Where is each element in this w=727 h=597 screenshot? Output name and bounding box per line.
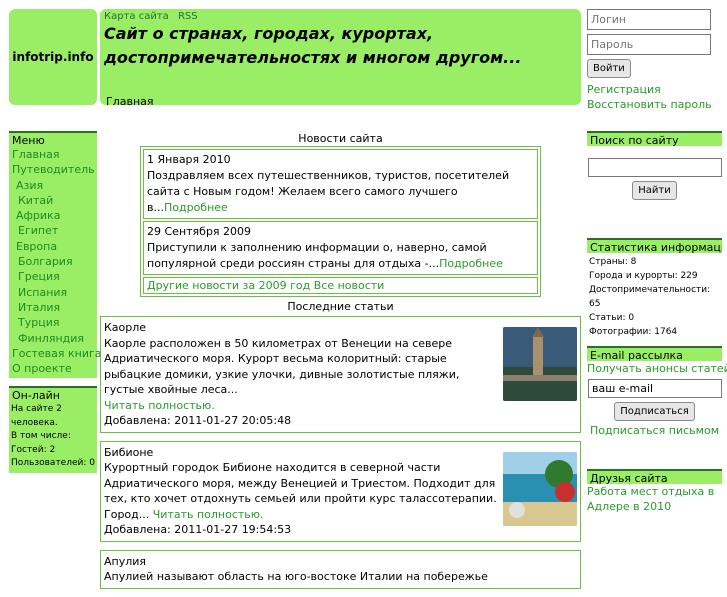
menu-item-italy[interactable]: Италия — [12, 300, 97, 315]
menu-item-africa[interactable]: Африка — [12, 208, 97, 223]
stats-list: Страны: 8 Города и курорты: 229 Достопри… — [587, 253, 722, 341]
articles-title: Последние статьи — [287, 300, 394, 313]
menu-item-egypt[interactable]: Египет — [12, 223, 97, 238]
menu-item-home[interactable]: Главная — [12, 147, 97, 162]
stats-line: Страны: 8 — [589, 257, 637, 267]
stats-title: Статистика информации — [587, 238, 722, 253]
news-more-link[interactable]: Подробнее — [439, 257, 503, 270]
stats-line: Фотографии: 1764 — [589, 327, 678, 337]
login-button[interactable]: Войти — [587, 59, 631, 78]
online-line: В том числе: — [11, 431, 71, 441]
menu-item-europe[interactable]: Европа — [12, 239, 97, 254]
menu-item-china[interactable]: Китай — [12, 193, 97, 208]
article-thumbnail[interactable] — [503, 327, 577, 401]
menu-item-spain[interactable]: Испания — [12, 285, 97, 300]
rss-link[interactable]: RSS — [178, 11, 198, 22]
menu-item-guide[interactable]: Путеводитель — [12, 162, 97, 177]
logo-text: infotrip.info — [12, 50, 94, 64]
article-card: Бибионе Курортный городок Бибионе находи… — [100, 440, 581, 542]
stats-line: Достопримечательности: 65 — [589, 285, 711, 309]
mailing-title: E-mail рассылка — [587, 346, 722, 362]
news-text: Приступили к заполнению информации о, на… — [147, 241, 487, 270]
article-read-more[interactable]: Читать полностью. — [104, 399, 215, 412]
friends-title: Друзья сайта — [587, 469, 722, 485]
article-name[interactable]: Каорле — [104, 320, 502, 336]
breadcrumb: Главная — [106, 95, 154, 108]
news-item: 29 Сентября 2009 Приступили к заполнению… — [143, 221, 538, 275]
article-name[interactable]: Бибионе — [104, 445, 502, 461]
menu-item-asia[interactable]: Азия — [12, 178, 97, 193]
menu-item-finland[interactable]: Финляндия — [12, 331, 97, 346]
menu-item-greece[interactable]: Греция — [12, 269, 97, 284]
mailing-block: E-mail рассылка Получать анонсы статей. … — [587, 346, 727, 437]
menu-item-guestbook[interactable]: Гостевая книга — [12, 346, 102, 361]
restore-password-link[interactable]: Восстановить пароль — [587, 97, 722, 112]
news-list: 1 Января 2010 Поздравляем всех путешеств… — [140, 146, 541, 297]
login-form: Войти Регистрация Восстановить пароль — [587, 9, 722, 112]
online-line: человека. — [11, 417, 58, 428]
site-logo[interactable]: infotrip.info — [9, 9, 97, 105]
search-block: Поиск по сайту Найти — [587, 131, 722, 200]
article-added: Добавлена: 2011-01-27 19:54:53 — [104, 523, 292, 536]
header: Карта сайта RSS Сайт о странах, городах,… — [100, 9, 581, 108]
email-input[interactable] — [588, 379, 722, 398]
menu-item-turkey[interactable]: Турция — [12, 315, 97, 330]
menu-list: Главная Путеводитель Азия Китай Африка Е… — [9, 146, 102, 379]
article-card: Каорле Каорле расположен в 50 километрах… — [100, 316, 581, 433]
news-title: Новости сайта — [298, 132, 383, 145]
friends-block: Друзья сайта Работа мест отдыха в Адлере… — [587, 469, 722, 514]
friends-link[interactable]: Работа мест отдыха в Адлере в 2010 — [587, 484, 722, 514]
news-date: 1 Января 2010 — [147, 153, 231, 166]
article-text: Апулией называют область на юго-востоке … — [104, 570, 488, 583]
site-title: Сайт о странах, городах, курортах, досто… — [104, 24, 522, 67]
online-title: Он-лайн — [9, 386, 97, 402]
sitemap-link[interactable]: Карта сайта — [104, 11, 169, 22]
article-added: Добавлена: 2011-01-27 20:05:48 — [104, 414, 292, 427]
article-card: Апулия Апулией называют область на юго-в… — [100, 549, 581, 589]
register-link[interactable]: Регистрация — [587, 82, 722, 97]
stats-line: Города и курорты: 229 — [589, 271, 698, 281]
menu-item-bulgaria[interactable]: Болгария — [12, 254, 97, 269]
search-button[interactable]: Найти — [632, 181, 677, 200]
login-input[interactable] — [587, 9, 711, 30]
password-input[interactable] — [587, 34, 711, 55]
online-line: На сайте 2 — [11, 404, 62, 414]
search-input[interactable] — [588, 158, 722, 177]
news-footer: Другие новости за 2009 год Все новости — [143, 277, 538, 294]
online-line: Гостей: 2 — [11, 444, 56, 455]
article-name[interactable]: Апулия — [104, 554, 502, 570]
menu-block: Меню Главная Путеводитель Азия Китай Афр… — [9, 131, 102, 379]
mailing-subtitle: Получать анонсы статей. — [587, 362, 727, 375]
online-block: Он-лайн На сайте 2 человека. В том числе… — [9, 386, 97, 473]
online-info: На сайте 2 человека. В том числе: Гостей… — [9, 401, 97, 473]
online-line: Пользователей: 0 — [11, 458, 95, 468]
all-news-link[interactable]: Все новости — [314, 279, 385, 292]
news-item: 1 Января 2010 Поздравляем всех путешеств… — [143, 149, 538, 219]
search-title: Поиск по сайту — [587, 131, 722, 147]
menu-title: Меню — [9, 131, 97, 147]
article-text: Каорле расположен в 50 километрах от Вен… — [104, 336, 460, 397]
subscribe-by-letter-link[interactable]: Подписаться письмом — [587, 424, 722, 437]
menu-item-about[interactable]: О проекте — [12, 361, 97, 376]
article-thumbnail[interactable] — [503, 451, 577, 526]
stats-block: Статистика информации Страны: 8 Города и… — [587, 238, 722, 341]
header-links: Карта сайта RSS — [104, 11, 577, 22]
article-read-more[interactable]: Читать полностью. — [153, 508, 264, 521]
other-news-link[interactable]: Другие новости за 2009 год — [147, 279, 310, 292]
subscribe-button[interactable]: Подписаться — [614, 402, 695, 421]
news-date: 29 Сентября 2009 — [147, 225, 252, 238]
news-more-link[interactable]: Подробнее — [164, 201, 228, 214]
stats-line: Статьи: 0 — [589, 313, 635, 323]
main-content: Новости сайта 1 Января 2010 Поздравляем … — [100, 132, 581, 597]
